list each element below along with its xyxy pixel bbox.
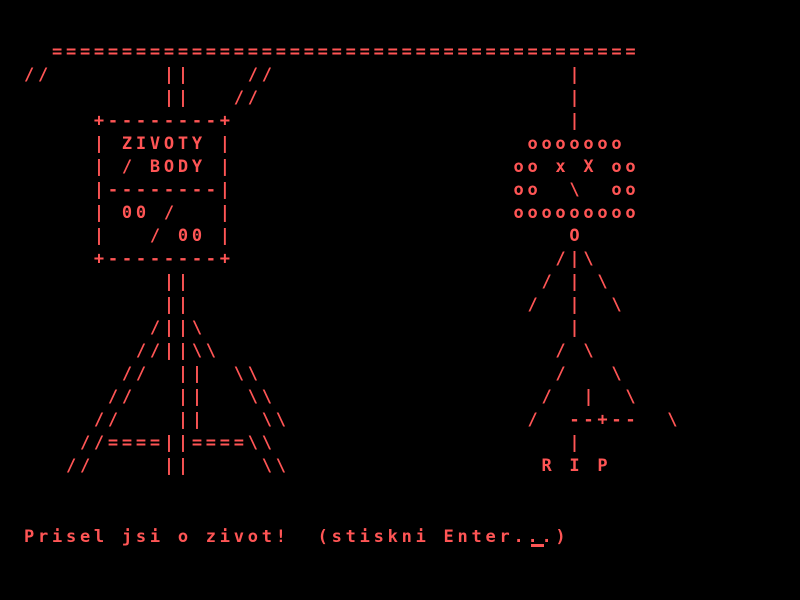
gallows-beam: ========================================… <box>24 42 640 62</box>
gallows-row-17: //====||====\\ | <box>24 433 584 453</box>
score-box-points-label: | / BODY | oo x X oo <box>24 157 640 177</box>
gallows-rip-row: // || \\ R I P <box>24 456 612 476</box>
gallows-row-11: || / | \ <box>24 295 626 315</box>
gallows-row-2: || // | <box>24 88 584 108</box>
status-message: Prisel jsi o zivot! (stiskni Enter...) <box>24 527 570 547</box>
game-screen: ========================================… <box>0 0 800 600</box>
score-box-top: +--------+ | <box>24 111 584 131</box>
text-cursor <box>531 544 544 547</box>
score-box-divider: |--------| oo \ oo <box>24 180 640 200</box>
gallows-row-13: //||\\ / \ <box>24 341 598 361</box>
gallows-row-15: // || \\ / | \ <box>24 387 640 407</box>
score-box-lives-value: | 00 / | ooooooooo <box>24 203 640 223</box>
gallows-row-16: // || \\ / --+-- \ <box>24 410 682 430</box>
score-box-lives-label: | ZIVOTY | ooooooo <box>24 134 626 154</box>
score-box-points-value: | / 00 | O <box>24 226 584 246</box>
score-box-bottom: +--------+ /|\ <box>24 249 598 269</box>
gallows-row-10: || / | \ <box>24 272 612 292</box>
gallows-row-14: // || \\ / \ <box>24 364 626 384</box>
gallows-row-12: /||\ | <box>24 318 584 338</box>
gallows-row-1: // || // | <box>24 65 584 85</box>
